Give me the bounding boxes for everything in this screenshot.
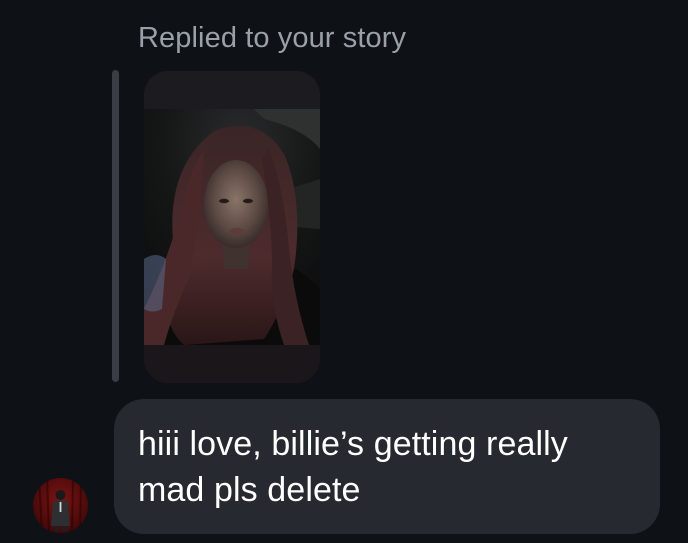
story-bottom-band [144, 345, 320, 383]
reply-indicator-bar [112, 70, 119, 382]
message-bubble[interactable]: hiii love, billie’s getting really mad p… [114, 399, 660, 534]
message-text: hiii love, billie’s getting really mad p… [138, 425, 568, 509]
story-top-band [144, 71, 320, 109]
replied-to-story-label: Replied to your story [138, 22, 407, 54]
story-photo [144, 109, 320, 345]
sender-avatar[interactable] [33, 478, 88, 533]
story-thumbnail[interactable] [144, 71, 320, 383]
avatar-image [33, 478, 88, 533]
